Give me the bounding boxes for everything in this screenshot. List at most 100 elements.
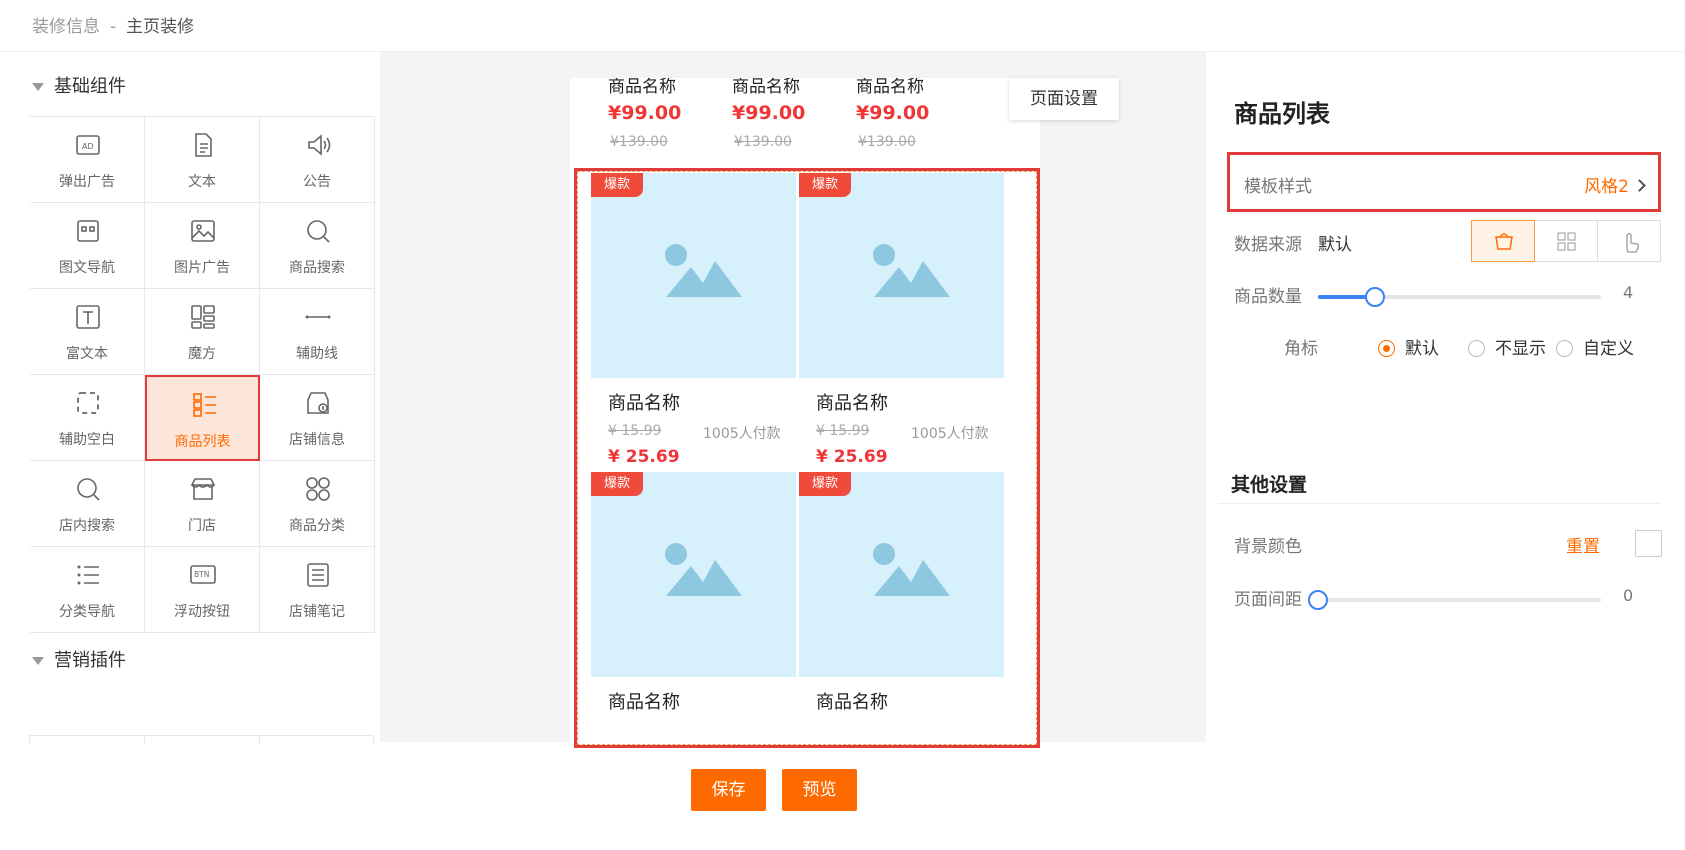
component-item[interactable]: 富文本: [30, 289, 145, 375]
ad-icon: AD: [76, 135, 100, 155]
corner-radio-label: 自定义: [1583, 339, 1634, 359]
component-label: 辅助线: [296, 346, 338, 362]
picture-icon: [191, 220, 215, 242]
strip-product-orig-price: ¥139.00: [610, 134, 668, 150]
component-label: 门店: [188, 518, 216, 534]
corner-radio-option[interactable]: 默认: [1378, 334, 1439, 359]
component-label: 辅助空白: [59, 432, 115, 448]
collapse-triangle-icon: [32, 657, 44, 665]
component-label: 弹出广告: [59, 174, 115, 190]
component-item[interactable]: 公告: [260, 117, 375, 203]
component-panel: 基础组件 AD 弹出广告 文本 公告 图文导航 图片广告 商品搜索 富文本 魔方 辅助线 辅助空白商…: [0, 52, 380, 744]
component-item[interactable]: 辅助空白: [30, 375, 145, 461]
breadcrumb-current: 主页装修: [126, 17, 195, 37]
image-placeholder-icon: [665, 543, 742, 596]
product-image-placeholder: [799, 472, 1004, 677]
component-label: 分类导航: [59, 604, 115, 620]
component-item[interactable]: AD 弹出广告: [30, 117, 145, 203]
product-image-placeholder: [799, 173, 1004, 378]
source-grid-option[interactable]: [1535, 221, 1598, 261]
hot-badge: 爆款: [591, 173, 643, 197]
component-item[interactable]: 门店: [145, 461, 260, 547]
template-style-label: 模板样式: [1244, 177, 1312, 197]
hot-badge: 爆款: [591, 472, 643, 496]
line-icon: [305, 315, 331, 319]
component-label: 图文导航: [59, 260, 115, 276]
page-settings-button[interactable]: 页面设置: [1009, 78, 1119, 120]
component-item[interactable]: 图文导航: [30, 203, 145, 289]
component-item[interactable]: 辅助线: [260, 289, 375, 375]
product-count-value: 4: [1623, 283, 1634, 302]
component-label: 魔方: [188, 346, 216, 362]
component-item[interactable]: 店铺信息: [260, 375, 375, 461]
component-label: 店铺笔记: [289, 604, 345, 620]
bg-color-swatch[interactable]: [1635, 530, 1662, 557]
chevron-right-icon: [1633, 179, 1646, 192]
product-image-placeholder: [591, 472, 796, 677]
product-count-label: 商品数量: [1234, 287, 1302, 307]
page-margin-slider[interactable]: [1308, 590, 1601, 610]
radio-circle-icon: [1468, 340, 1485, 357]
product-orig-price: ¥ 15.99: [608, 423, 662, 439]
component-item[interactable]: 商品列表: [145, 375, 260, 461]
breadcrumb: 装修信息 - 主页装修: [32, 12, 194, 37]
corner-badge-label: 角标: [1284, 339, 1318, 359]
search-icon: [307, 220, 330, 243]
component-item[interactable]: 图片广告: [145, 203, 260, 289]
list-icon: [193, 393, 216, 417]
product-name: 商品名称: [816, 692, 888, 713]
breadcrumb-parent[interactable]: 装修信息: [32, 17, 100, 37]
save-button[interactable]: 保存: [691, 769, 766, 811]
component-item[interactable]: 分类导航: [30, 547, 145, 633]
reset-bg-link[interactable]: 重置: [1566, 532, 1600, 557]
component-label: 公告: [303, 174, 331, 190]
source-hand-option[interactable]: [1598, 221, 1661, 261]
image-placeholder-icon: [873, 543, 950, 596]
group-basic-title: 基础组件: [54, 76, 126, 97]
slider-knob[interactable]: [1364, 287, 1385, 307]
corner-radio-option[interactable]: 不显示: [1468, 334, 1546, 359]
component-label: 店铺信息: [289, 432, 345, 448]
component-item[interactable]: BTN 浮动按钮: [145, 547, 260, 633]
component-label: 商品分类: [289, 518, 345, 534]
grid-icon: [1557, 232, 1576, 251]
breadcrumb-separator: -: [110, 17, 117, 37]
svg-text:AD: AD: [82, 142, 94, 151]
component-item[interactable]: 商品分类: [260, 461, 375, 547]
slider-knob[interactable]: [1308, 590, 1328, 610]
group-basic-components[interactable]: 基础组件: [32, 72, 126, 98]
document-icon: [195, 133, 212, 157]
component-grid: AD 弹出广告 文本 公告图文导航 图片广告 商品搜索富文本 魔方 辅助线辅助空白 商品列表店铺…: [29, 116, 375, 633]
product-sold-count: 1005人付款: [703, 426, 781, 442]
corner-radio-option[interactable]: 自定义: [1556, 334, 1634, 359]
store-icon: [190, 478, 216, 500]
radio-circle-icon: [1556, 340, 1573, 357]
speaker-icon: [308, 134, 331, 156]
page-margin-label: 页面间距: [1234, 590, 1302, 610]
shop-info-icon: [307, 392, 329, 414]
cube-grid-icon: [191, 305, 215, 329]
component-label: 图片广告: [174, 260, 230, 276]
divider: [1218, 503, 1661, 504]
component-label: 富文本: [66, 346, 108, 362]
template-style-row[interactable]: 模板样式 风格2: [1227, 152, 1661, 212]
component-label: 商品搜索: [289, 260, 345, 276]
component-item[interactable]: 魔方: [145, 289, 260, 375]
preview-button[interactable]: 预览: [782, 769, 857, 811]
category-icon: [306, 477, 330, 501]
group-marketing-plugins[interactable]: 营销插件: [32, 646, 126, 672]
hot-badge: 爆款: [799, 472, 851, 496]
component-item[interactable]: 店铺笔记: [260, 547, 375, 633]
component-item[interactable]: 文本: [145, 117, 260, 203]
product-count-slider[interactable]: [1318, 287, 1601, 307]
product-name: 商品名称: [608, 393, 680, 414]
product-list-module[interactable]: 爆款 商品名称 ¥ 15.99 1005人付款 ¥ 25.69 爆款 商品名称 ¥ 15.99…: [574, 168, 1040, 748]
image-placeholder-icon: [873, 244, 950, 297]
component-label: 文本: [188, 174, 216, 190]
source-bag-option[interactable]: [1471, 220, 1535, 262]
component-item[interactable]: 店内搜索: [30, 461, 145, 547]
template-style-text: 风格2: [1584, 177, 1629, 197]
template-style-value[interactable]: 风格2: [1584, 172, 1646, 197]
component-item[interactable]: 商品搜索: [260, 203, 375, 289]
bg-color-label: 背景颜色: [1234, 537, 1302, 557]
